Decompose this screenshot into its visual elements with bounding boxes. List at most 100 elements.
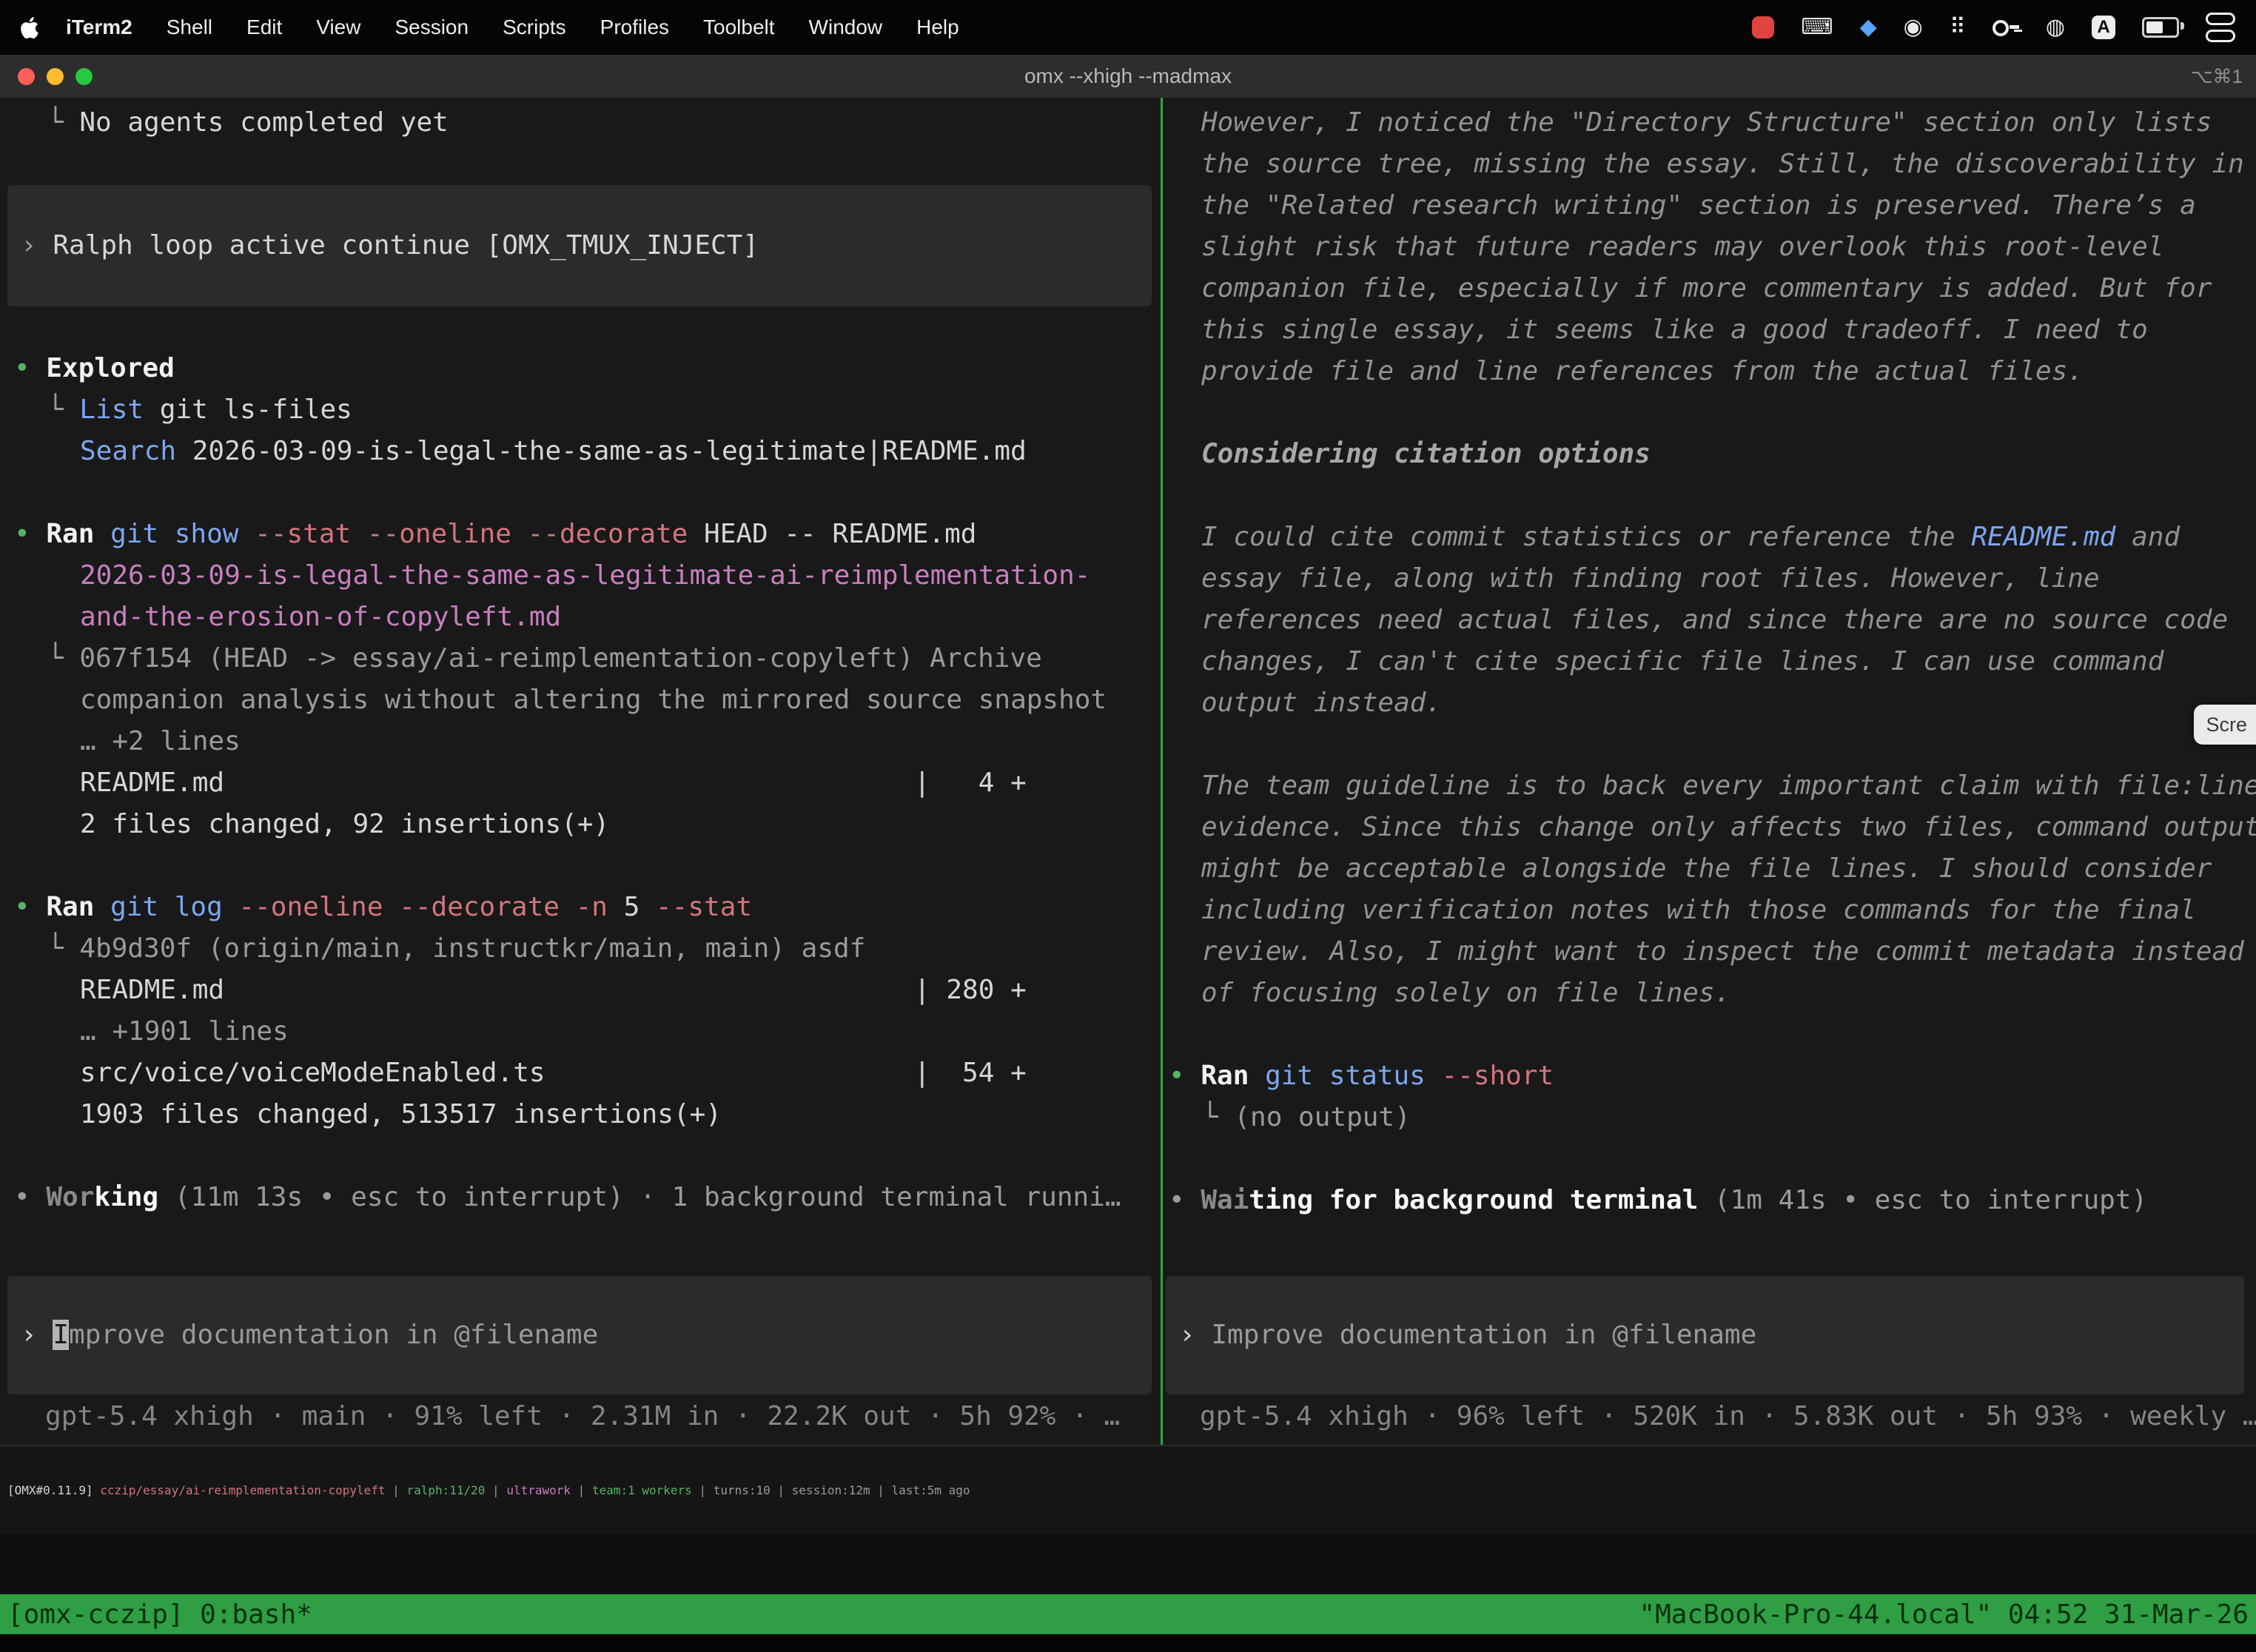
git-status-command: • Ran git status --short (1169, 1055, 2244, 1097)
input-source-icon[interactable]: A (2092, 16, 2115, 39)
text-segment: (1m 41s • esc to interrupt) (1698, 1185, 2147, 1215)
apple-menu[interactable] (21, 17, 38, 38)
text-segment: --oneline --decorate (238, 892, 575, 922)
text-segment: (11m 13s • esc to interrupt) · 1 backgro… (158, 1182, 1121, 1212)
spacer (14, 1135, 1153, 1177)
right-pane[interactable]: However, I noticed the "Directory Struct… (1163, 98, 2256, 1445)
text-segment: • (14, 519, 46, 549)
zoom-button[interactable] (75, 68, 93, 85)
text-segment: --stat (656, 892, 752, 922)
menu-edit[interactable]: Edit (229, 16, 299, 39)
window-title-bar[interactable]: omx --xhigh --madmax ⌥⌘1 (0, 55, 2256, 98)
text-line: the "Related research writing" section i… (1201, 185, 2244, 226)
text-segment: output instead. (1201, 688, 1442, 718)
menu-iterm2[interactable]: iTerm2 (49, 16, 150, 39)
text-segment: 1903 files changed, 513517 insertions(+) (80, 1099, 722, 1129)
text-segment: └ (1202, 1102, 1234, 1132)
text-segment: (no output) (1234, 1102, 1410, 1132)
text-segment: | (386, 1483, 407, 1497)
menu-status-icons: ⌨ ◆ ◉ ⠿ ◍ A (1752, 13, 2235, 42)
text-segment: gpt-5.4 xhigh · 96% left · 520K in · 5.8… (1200, 1401, 2256, 1431)
text-segment: ralph:11/20 (406, 1483, 485, 1497)
text-segment: team:1 workers (592, 1483, 692, 1497)
git-log-stat-line-1: README.md | 280 + (14, 970, 1153, 1011)
menu-shell[interactable]: Shell (150, 16, 229, 39)
key-icon[interactable] (1993, 19, 2019, 36)
text-segment: | (692, 1483, 714, 1497)
prompt-input-left[interactable]: › Improve documentation in @filename (7, 1276, 1152, 1394)
text-segment: └ (47, 933, 79, 964)
text-segment: └ (47, 394, 79, 425)
battery-icon[interactable] (2142, 17, 2179, 38)
text-segment: src/voice/voiceModeEnabled.ts | 54 + (80, 1058, 1027, 1088)
minimize-button[interactable] (47, 68, 64, 85)
spacer (14, 845, 1153, 887)
git-show-command: • Ran git show --stat --oneline --decora… (14, 514, 1153, 555)
text-segment: 2026-03-09-is-legal-the-same-as-legitima… (176, 436, 1027, 466)
text-segment: including verification notes with those … (1201, 895, 2196, 925)
text-segment: review. Also, I might want to inspect th… (1201, 936, 2244, 967)
window-title: omx --xhigh --madmax (1024, 64, 1232, 88)
prompt-input-right[interactable]: › Improve documentation in @filename (1166, 1276, 2244, 1394)
text-line: However, I noticed the "Directory Struct… (1201, 102, 2244, 144)
text-segment: ultrawork (506, 1483, 571, 1497)
text-segment: 2 files changed, 92 insertions(+) (80, 809, 609, 839)
spark-icon[interactable]: ◆ (1860, 16, 1877, 38)
text-segment: • (14, 1182, 46, 1212)
explored-list-line: └ List git ls-files (14, 389, 1153, 431)
thinking-paragraph-2: I could cite commit statistics or refere… (1169, 517, 2244, 724)
text-line: references need actual files, and since … (1201, 600, 2244, 641)
assistant-icon[interactable]: ◍ (2046, 16, 2065, 38)
control-center-icon[interactable] (2206, 13, 2235, 42)
left-pane[interactable]: └ No agents completed yet › Ralph loop a… (0, 98, 1161, 1445)
screen-share-chip[interactable]: Scre (2194, 705, 2256, 745)
apple-icon (21, 17, 38, 38)
omx-status-bar: [OMX#0.11.9] cczip/essay/ai-reimplementa… (0, 1445, 2256, 1534)
menu-help[interactable]: Help (899, 16, 976, 39)
text-line: of focusing solely on file lines. (1201, 973, 2244, 1014)
close-button[interactable] (18, 68, 35, 85)
text-segment: and-the-erosion-of-copyleft.md (80, 602, 561, 632)
session-status-left: gpt-5.4 xhigh · main · 91% left · 2.31M … (14, 1396, 1153, 1437)
text-segment: evidence. Since this change only affects… (1201, 812, 2256, 842)
text-line: essay file, along with finding root file… (1201, 558, 2244, 600)
waiting-status-line: • Waiting for background terminal (1m 41… (1169, 1180, 2244, 1221)
spacer (14, 472, 1153, 514)
tmux-status-bar: [omx-cczip] 0:bash* "MacBook-Pro-44.loca… (0, 1594, 2256, 1634)
menu-view[interactable]: View (299, 16, 377, 39)
git-show-commit-line-2: companion analysis without altering the … (14, 679, 1153, 721)
text-segment: However, I noticed the "Directory Struct… (1201, 107, 2212, 138)
traffic-lights (18, 55, 93, 98)
circle-dot-icon[interactable]: ◉ (1904, 16, 1923, 38)
git-status-output: └ (no output) (1169, 1097, 2244, 1138)
menu-profiles[interactable]: Profiles (583, 16, 686, 39)
git-show-more-lines: … +2 lines (14, 721, 1153, 762)
text-line: changes, I can't cite specific file line… (1201, 641, 2244, 682)
text-segment: -n (576, 892, 624, 922)
window-shortcut: ⌥⌘1 (2191, 65, 2243, 88)
text-segment: • (14, 353, 46, 383)
git-show-stat-line: README.md | 4 + (14, 762, 1153, 804)
text-segment: The team guideline is to back every impo… (1201, 770, 2256, 801)
menu-window[interactable]: Window (792, 16, 900, 39)
tmux-host-time: "MacBook-Pro-44.local" 04:52 31-Mar-26 (1639, 1599, 2249, 1630)
screen-recording-indicator-icon[interactable] (1752, 16, 1774, 38)
menu-toolbelt[interactable]: Toolbelt (686, 16, 792, 39)
text-segment: and (2115, 522, 2180, 552)
menu-scripts[interactable]: Scripts (486, 16, 583, 39)
text-segment: [OMX#0.11.9] (7, 1483, 100, 1497)
dots-grid-icon[interactable]: ⠿ (1950, 16, 1966, 38)
text-line: provide file and line references from th… (1201, 351, 2244, 392)
text-segment: Wai (1201, 1185, 1249, 1215)
text-line: the source tree, missing the essay. Stil… (1201, 144, 2244, 185)
text-line: companion file, especially if more comme… (1201, 268, 2244, 309)
keyboard-icon[interactable]: ⌨ (1801, 16, 1833, 38)
text-segment: Ran (46, 892, 110, 922)
text-segment: Explored (46, 353, 174, 383)
text-segment: slight risk that future readers may over… (1201, 232, 2163, 262)
menu-session[interactable]: Session (377, 16, 486, 39)
text-segment: README.md | 280 + (80, 975, 1027, 1005)
text-segment: Considering citation options (1201, 439, 1651, 469)
text-segment: | (571, 1483, 592, 1497)
text-segment: the "Related research writing" section i… (1201, 190, 2196, 221)
